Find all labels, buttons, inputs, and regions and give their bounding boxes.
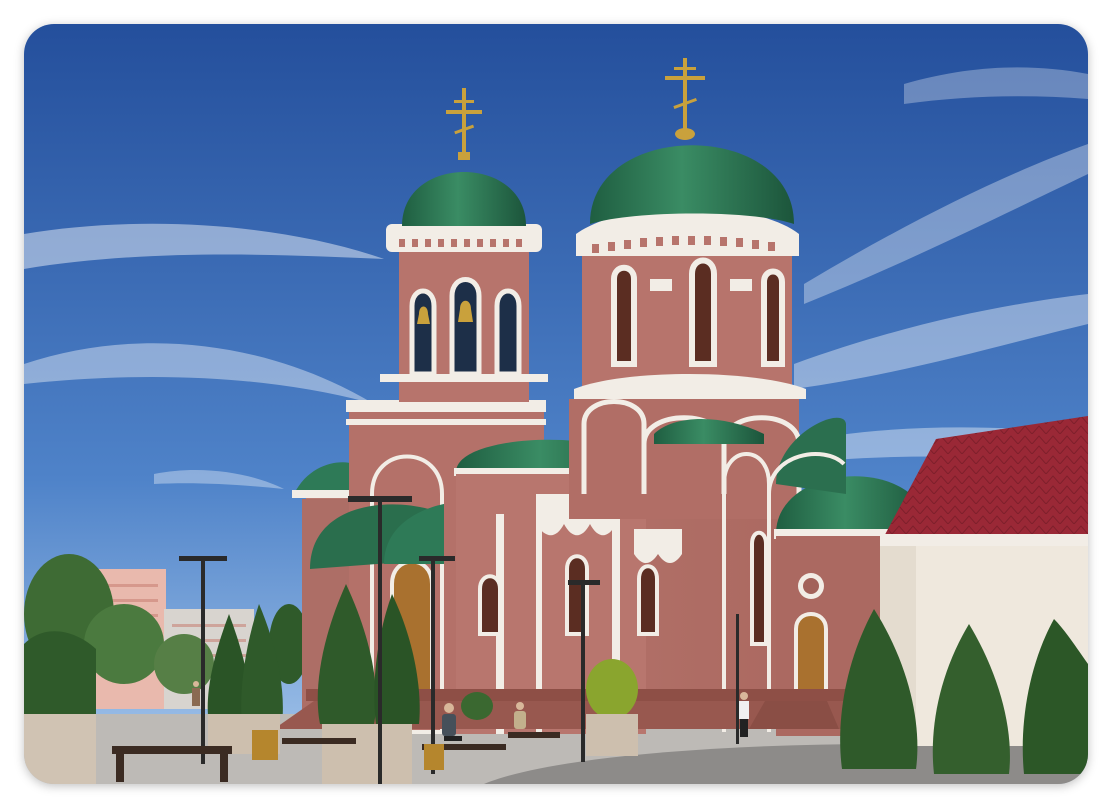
right-trees bbox=[840, 609, 1088, 774]
scene bbox=[24, 24, 1088, 784]
image-frame bbox=[24, 24, 1088, 784]
side-door bbox=[794, 612, 828, 694]
